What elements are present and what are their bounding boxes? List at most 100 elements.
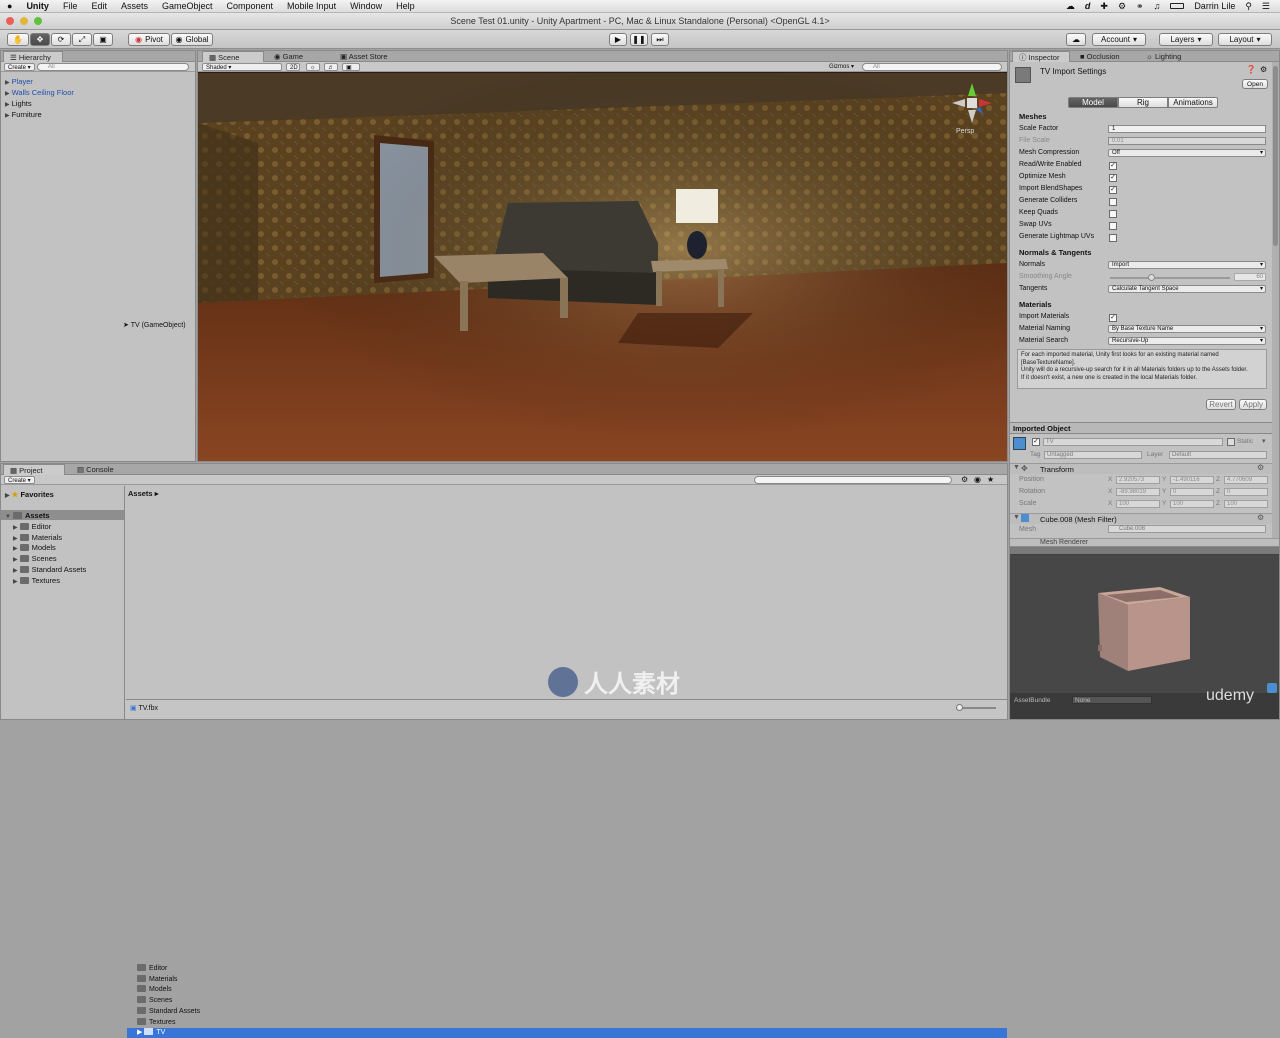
mesh-filter-header[interactable]: Cube.008 (Mesh Filter) bbox=[1010, 513, 1279, 524]
tab-game[interactable]: ◉ Game bbox=[268, 51, 328, 62]
menu-mobile-input[interactable]: Mobile Input bbox=[280, 1, 343, 11]
menu-file[interactable]: File bbox=[56, 1, 85, 11]
transform-foldout-icon[interactable]: ▼ bbox=[1013, 464, 1020, 471]
tab-asset-store[interactable]: ▣ Asset Store bbox=[334, 51, 404, 62]
checkbox[interactable]: ✓ bbox=[1109, 174, 1117, 182]
project-create-dropdown[interactable]: Create ▾ bbox=[4, 476, 35, 484]
close-window-icon[interactable] bbox=[6, 17, 14, 25]
plus-icon[interactable]: ✚ bbox=[1100, 1, 1108, 12]
preview-viewport[interactable] bbox=[1010, 555, 1279, 693]
hand-tool-button[interactable]: ✋ bbox=[7, 33, 29, 46]
foldout-icon[interactable]: ▶ bbox=[5, 493, 10, 499]
apply-button[interactable]: Apply bbox=[1239, 399, 1267, 410]
effects-dropdown[interactable]: ▣ bbox=[342, 63, 360, 71]
gizmos-dropdown[interactable]: Gizmos ▾ bbox=[826, 63, 858, 71]
active-checkbox[interactable]: ✓ bbox=[1032, 438, 1040, 446]
mesh-renderer-header[interactable]: Mesh Renderer bbox=[1010, 538, 1279, 546]
assetbundle-dropdown[interactable]: None bbox=[1072, 696, 1152, 704]
file-item[interactable]: Textures bbox=[127, 1017, 1007, 1028]
menu-window[interactable]: Window bbox=[343, 1, 389, 11]
user-name[interactable]: Darrin Lile bbox=[1194, 1, 1235, 11]
sound-icon[interactable]: ♫ bbox=[1154, 1, 1161, 11]
help-icon[interactable]: ❓ bbox=[1246, 65, 1256, 74]
list-icon[interactable]: ☰ bbox=[1262, 1, 1270, 12]
scale-field[interactable]: 100 bbox=[1224, 500, 1268, 508]
hierarchy-search-input[interactable]: All bbox=[37, 63, 189, 71]
wifi-icon[interactable]: ⚭ bbox=[1136, 1, 1144, 12]
dropdown[interactable]: Calculate Tangent Space ▾ bbox=[1108, 285, 1266, 293]
hierarchy-item-player[interactable]: ▶ Player bbox=[5, 77, 33, 86]
field-input[interactable]: 0.01 bbox=[1108, 137, 1266, 145]
rotation-field[interactable]: -89.98019 bbox=[1116, 488, 1160, 496]
2d-toggle[interactable]: 2D bbox=[286, 63, 300, 71]
tag-icon[interactable] bbox=[1267, 683, 1277, 693]
inspector-scrollbar[interactable] bbox=[1272, 62, 1279, 538]
object-name-field[interactable]: TV bbox=[1043, 438, 1223, 446]
smoothing-slider[interactable] bbox=[1110, 277, 1230, 279]
scale-field[interactable]: 100 bbox=[1116, 500, 1160, 508]
file-item[interactable]: Standard Assets bbox=[127, 1006, 1007, 1017]
static-checkbox[interactable] bbox=[1227, 438, 1235, 446]
foldout-icon[interactable]: ▶ bbox=[13, 557, 18, 563]
transform-settings-icon[interactable]: ⚙ bbox=[1257, 463, 1264, 472]
lighting-toggle[interactable]: ☼ bbox=[306, 63, 320, 71]
step-button[interactable]: ⏭ bbox=[651, 33, 669, 46]
foldout-icon[interactable]: ▶ bbox=[13, 525, 18, 531]
slider-value[interactable]: 60 bbox=[1234, 273, 1266, 281]
hierarchy-item-lights[interactable]: ▶ Lights bbox=[5, 99, 32, 108]
foldout-icon[interactable]: ▶ bbox=[5, 113, 10, 119]
scrollbar-thumb[interactable] bbox=[1273, 66, 1278, 246]
settings-icon[interactable]: ⚙ bbox=[1260, 65, 1267, 74]
mesh-field[interactable]: Cube.008 bbox=[1108, 525, 1266, 533]
foldout-icon[interactable]: ▶ bbox=[13, 568, 18, 574]
tab-animations[interactable]: Animations bbox=[1168, 97, 1218, 108]
apple-menu-icon[interactable]: ● bbox=[0, 1, 19, 11]
dropdown[interactable]: By Base Texture Name ▾ bbox=[1108, 325, 1266, 333]
checkbox[interactable]: ✓ bbox=[1109, 186, 1117, 194]
position-field[interactable]: 4.770609 bbox=[1224, 476, 1268, 484]
shading-dropdown[interactable]: Shaded ▾ bbox=[202, 63, 282, 71]
tree-item[interactable]: ▶ Materials bbox=[13, 533, 62, 542]
rotation-field[interactable]: 0 bbox=[1170, 488, 1214, 496]
revert-button[interactable]: Revert bbox=[1206, 399, 1236, 410]
favorites-item[interactable]: ▶ ★ Favorites bbox=[5, 490, 54, 499]
account-dropdown[interactable]: Account ▾ bbox=[1092, 33, 1146, 46]
tree-item[interactable]: ▶ Scenes bbox=[13, 554, 57, 563]
tab-scene[interactable]: ▦ Scene bbox=[202, 51, 264, 62]
pivot-toggle-button[interactable]: ◉ Pivot bbox=[128, 33, 170, 46]
tab-project[interactable]: ▦ Project bbox=[3, 464, 65, 475]
scale-field[interactable]: 100 bbox=[1170, 500, 1214, 508]
gear-icon[interactable]: ⚙ bbox=[1118, 1, 1126, 12]
dropdown[interactable]: Off ▾ bbox=[1108, 149, 1266, 157]
menu-assets[interactable]: Assets bbox=[114, 1, 155, 11]
foldout-icon[interactable]: ▶ bbox=[137, 1029, 142, 1036]
hierarchy-item-furniture[interactable]: ▶ Furniture bbox=[5, 110, 42, 119]
slider-thumb[interactable] bbox=[1148, 274, 1155, 281]
menu-edit[interactable]: Edit bbox=[84, 1, 114, 11]
slider-thumb[interactable] bbox=[956, 704, 963, 711]
d-icon[interactable]: d bbox=[1085, 1, 1091, 11]
pause-button[interactable]: ❚❚ bbox=[630, 33, 648, 46]
menu-gameobject[interactable]: GameObject bbox=[155, 1, 220, 11]
tree-item[interactable]: ▶ Editor bbox=[13, 522, 51, 531]
filter-type-icon[interactable]: ⚙ bbox=[961, 475, 968, 484]
tab-inspector[interactable]: ⓘ Inspector bbox=[1012, 51, 1070, 62]
file-item[interactable]: Models bbox=[127, 985, 1007, 995]
foldout-icon[interactable]: ▼ bbox=[5, 514, 11, 520]
layers-dropdown[interactable]: Layers ▾ bbox=[1159, 33, 1213, 46]
global-toggle-button[interactable]: ◉ Global bbox=[171, 33, 213, 46]
file-item[interactable]: Materials bbox=[127, 974, 1007, 985]
rotation-field[interactable]: 0 bbox=[1224, 488, 1268, 496]
menu-help[interactable]: Help bbox=[389, 1, 422, 11]
battery-icon[interactable] bbox=[1170, 3, 1185, 9]
checkbox[interactable] bbox=[1109, 198, 1117, 206]
tree-item[interactable]: ▶ Standard Assets bbox=[13, 565, 86, 574]
scene-orientation-gizmo[interactable] bbox=[950, 81, 994, 125]
position-field[interactable]: 2.920573 bbox=[1116, 476, 1160, 484]
scene-viewport[interactable]: Persp bbox=[198, 73, 1007, 461]
audio-toggle[interactable]: ♬ bbox=[324, 63, 338, 71]
open-button[interactable]: Open bbox=[1242, 79, 1268, 89]
tab-occlusion[interactable]: ■ Occlusion bbox=[1074, 51, 1136, 62]
filter-label-icon[interactable]: ◉ bbox=[974, 475, 981, 484]
layout-dropdown[interactable]: Layout ▾ bbox=[1218, 33, 1272, 46]
